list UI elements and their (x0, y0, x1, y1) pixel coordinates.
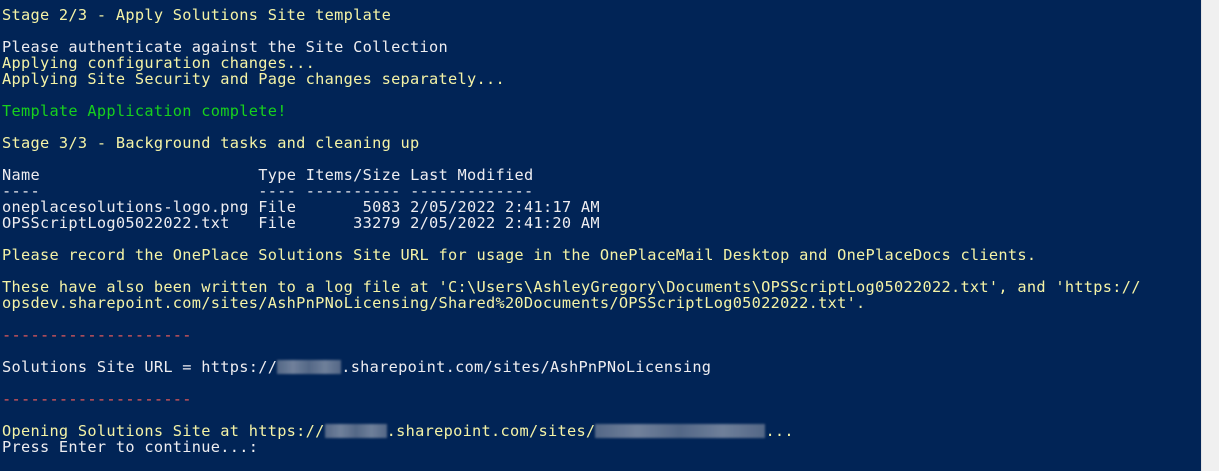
log-file-message-line2: opsdev.sharepoint.com/sites/AshPnPNoLice… (2, 294, 866, 312)
vertical-scrollbar[interactable] (1201, 0, 1219, 471)
table-row: oneplacesolutions-logo.png File 5083 2/0… (2, 199, 1219, 215)
solutions-site-url-line: Solutions Site URL = https:// .sharepoint… (2, 359, 1219, 375)
auth-prompt: Please authenticate against the Site Col… (2, 38, 449, 56)
separator-line: -------------------- (2, 390, 192, 408)
table-cell-modified: 2/05/2022 2:41:20 AM (410, 214, 600, 232)
opening-middle: .sharepoint.com/sites/ (386, 422, 596, 440)
table-cell-size: 33279 (353, 214, 401, 232)
table-header-row: Name Type Items/Size Last Modified (2, 167, 1219, 183)
scrollbar-thumb[interactable] (1206, 0, 1215, 471)
site-url-prefix: Solutions Site URL = https:// (2, 358, 278, 376)
redacted-tenant-blur (277, 360, 342, 374)
template-complete-message: Template Application complete! (2, 102, 287, 120)
stage3-title: Stage 3/3 - Background tasks and cleanin… (2, 134, 420, 152)
site-url-suffix: .sharepoint.com/sites/AshPnPNoLicensing (341, 358, 712, 376)
log-file-message-line1: These have also been written to a log fi… (2, 278, 1141, 296)
record-url-message: Please record the OnePlace Solutions Sit… (2, 246, 1037, 264)
redacted-site-blur (595, 424, 766, 438)
redacted-tenant-blur (324, 424, 387, 438)
table-underline-row: ---- ---- ---------- ------------- (2, 183, 1219, 199)
applying-security-message: Applying Site Security and Page changes … (2, 70, 505, 88)
table-cell-name: OPSScriptLog05022022.txt (2, 214, 230, 232)
table-cell-type: File (258, 214, 297, 232)
separator-line: -------------------- (2, 326, 192, 344)
applying-config-message: Applying configuration changes... (2, 54, 316, 72)
press-enter-prompt[interactable]: Press Enter to continue...: (2, 439, 1219, 455)
powershell-console[interactable]: Stage 2/3 - Apply Solutions Site templat… (0, 0, 1219, 471)
stage2-title: Stage 2/3 - Apply Solutions Site templat… (2, 6, 392, 24)
opening-site-line: Opening Solutions Site at https://.share… (2, 423, 1219, 439)
table-row: OPSScriptLog05022022.txt File 33279 2/05… (2, 215, 1219, 231)
opening-suffix: ... (765, 422, 794, 440)
